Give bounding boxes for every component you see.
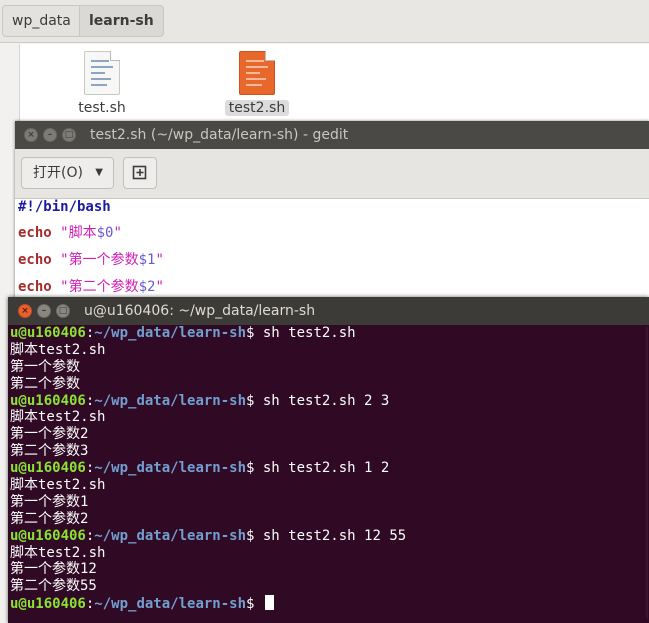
prompt-user: u@u160406 [10, 527, 86, 544]
terminal-window: × – □ u@u160406: ~/wp_data/learn-sh u@u1… [8, 297, 649, 623]
breadcrumb-learn-sh[interactable]: learn-sh [79, 5, 164, 37]
terminal-output-line: 第一个参数1 [10, 493, 89, 510]
command-text: sh test2.sh 12 55 [254, 527, 407, 544]
open-button[interactable]: 打开(O) ▼ [21, 157, 114, 189]
new-document-icon [132, 165, 147, 180]
close-icon[interactable]: × [18, 304, 32, 318]
terminal-scrollbar[interactable] [646, 327, 648, 619]
file-name: test.sh [78, 100, 126, 116]
maximize-icon[interactable]: □ [56, 304, 70, 318]
terminal-output-line: 第二个参数2 [10, 510, 89, 527]
terminal-output-line: 脚本test2.sh [10, 341, 106, 358]
file-manager-sidebar [0, 44, 20, 124]
gedit-toolbar: 打开(O) ▼ [15, 149, 649, 199]
code-line-1: #!/bin/bash [18, 199, 111, 215]
terminal-output-line: 脚本test2.sh [10, 477, 106, 494]
terminal-output-line: 第一个参数2 [10, 426, 89, 443]
open-button-label: 打开(O) [33, 165, 83, 181]
prompt-user: u@u160406 [10, 392, 86, 409]
prompt-path: ~/wp_data/learn-sh [94, 392, 247, 409]
window-title: test2.sh (~/wp_data/learn-sh) - gedit [90, 127, 349, 143]
gedit-titlebar[interactable]: × – □ test2.sh (~/wp_data/learn-sh) - ge… [15, 121, 649, 149]
minimize-icon[interactable]: – [37, 304, 51, 318]
chevron-down-icon: ▼ [95, 167, 103, 178]
terminal-prompt-line: u@u160406:~/wp_data/learn-sh$ sh test2.s… [10, 460, 646, 477]
terminal-titlebar[interactable]: × – □ u@u160406: ~/wp_data/learn-sh [8, 297, 649, 325]
window-title: u@u160406: ~/wp_data/learn-sh [84, 303, 316, 319]
prompt-user: u@u160406 [10, 325, 86, 341]
terminal-output-line: 第二个参数 [10, 375, 80, 392]
new-document-button[interactable] [123, 157, 157, 189]
terminal-output-line: 第一个参数12 [10, 561, 97, 578]
code-line-4: echo "第二个参数$2" [18, 279, 164, 295]
terminal-cursor [264, 595, 274, 611]
command-text: sh test2.sh [254, 325, 356, 341]
terminal-prompt-line: u@u160406:~/wp_data/learn-sh$ sh test2.s… [10, 393, 646, 410]
close-icon[interactable]: × [24, 128, 38, 142]
terminal-prompt-line: u@u160406:~/wp_data/learn-sh$ sh test2.s… [10, 528, 646, 545]
shell-script-file-icon [84, 51, 120, 95]
gedit-window: × – □ test2.sh (~/wp_data/learn-sh) - ge… [15, 121, 649, 301]
file-item-test2-sh[interactable]: test2.sh [223, 51, 291, 116]
terminal-output-line: 脚本test2.sh [10, 409, 106, 426]
code-line-3: echo "第一个参数$1" [18, 252, 164, 268]
terminal-output-line: 脚本test2.sh [10, 544, 106, 561]
prompt-path: ~/wp_data/learn-sh [94, 325, 247, 341]
terminal-output-line: 第一个参数 [10, 358, 80, 375]
breadcrumb-wp-data[interactable]: wp_data [2, 5, 81, 37]
command-text [254, 596, 262, 612]
command-text: sh test2.sh 2 3 [254, 392, 390, 409]
shell-script-file-icon [239, 51, 275, 95]
file-name: test2.sh [224, 100, 290, 116]
minimize-icon[interactable]: – [43, 128, 57, 142]
terminal-output-line: 第二个参数55 [10, 578, 97, 595]
code-line-2: echo "脚本$0" [18, 225, 122, 241]
prompt-user: u@u160406 [10, 596, 86, 613]
maximize-icon[interactable]: □ [62, 128, 76, 142]
file-manager-header: wp_data learn-sh [0, 0, 649, 43]
file-item-test-sh[interactable]: test.sh [68, 51, 136, 116]
terminal-prompt-line: u@u160406:~/wp_data/learn-sh$ [10, 595, 646, 612]
prompt-user: u@u160406 [10, 460, 86, 477]
terminal-prompt-line: u@u160406:~/wp_data/learn-sh$ sh test2.s… [10, 325, 646, 342]
terminal-output[interactable]: u@u160406:~/wp_data/learn-sh$ sh test2.s… [10, 325, 646, 621]
prompt-path: ~/wp_data/learn-sh [94, 460, 247, 477]
terminal-output-line: 第二个参数3 [10, 443, 89, 460]
code-editor[interactable]: #!/bin/bash echo "脚本$0" echo "第一个参数$1" e… [15, 199, 649, 301]
prompt-path: ~/wp_data/learn-sh [94, 527, 247, 544]
command-text: sh test2.sh 1 2 [254, 460, 390, 477]
prompt-path: ~/wp_data/learn-sh [94, 596, 247, 613]
